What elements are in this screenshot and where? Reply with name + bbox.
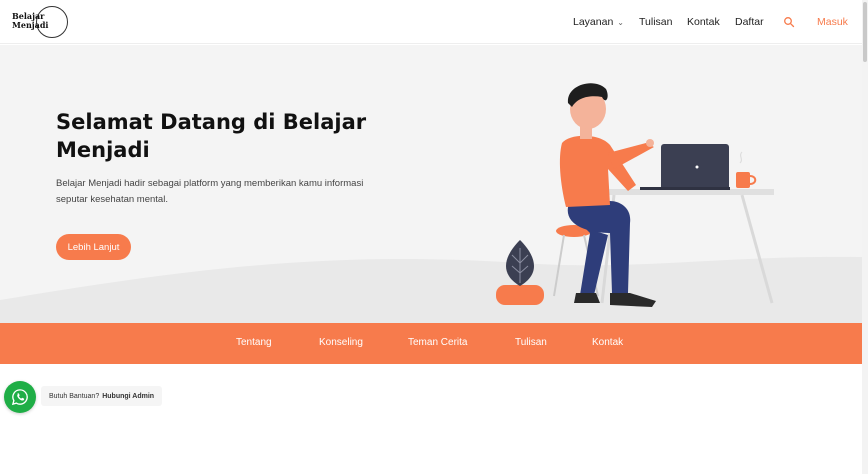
nav-layanan-label: Layanan (573, 16, 614, 28)
logo-text: Belajar Menjadi (12, 12, 48, 30)
nav-masuk[interactable]: Masuk (817, 16, 848, 28)
subnav-tentang[interactable]: Tentang (236, 337, 272, 348)
subnav-kontak[interactable]: Kontak (592, 337, 623, 348)
subnav-tulisan[interactable]: Tulisan (515, 337, 547, 348)
whatsapp-label-prefix: Butuh Bantuan? (49, 392, 100, 400)
hero-description: Belajar Menjadi hadir sebagai platform y… (56, 178, 364, 205)
whatsapp-icon (11, 389, 28, 406)
chevron-down-icon: ⌄ (617, 18, 624, 27)
secondary-nav-bar: Tentang Konseling Teman Cerita Tulisan K… (0, 323, 862, 364)
laptop-screen (661, 144, 729, 190)
hero-section: Selamat Datang di Belajar Menjadi Belaja… (0, 45, 862, 323)
page-scrollbar-thumb[interactable] (863, 2, 867, 62)
person-laptop-illustration (496, 83, 774, 307)
nav-daftar[interactable]: Daftar (735, 16, 764, 28)
nav-kontak[interactable]: Kontak (687, 16, 720, 28)
nav-tulisan[interactable]: Tulisan (639, 16, 672, 28)
plant-pot (496, 285, 544, 305)
whatsapp-label-bold: Hubungi Admin (102, 392, 155, 400)
nav-layanan[interactable]: Layanan ⌄ (573, 16, 624, 28)
subnav-konseling[interactable]: Konseling (319, 337, 363, 348)
site-logo[interactable]: Belajar Menjadi (12, 6, 72, 38)
logo-line-2: Menjadi (12, 20, 49, 30)
torso (559, 135, 636, 207)
whatsapp-button[interactable] (4, 381, 36, 413)
hero-title: Selamat Datang di Belajar Menjadi (56, 110, 367, 162)
subnav-teman-cerita[interactable]: Teman Cerita (408, 337, 467, 348)
lebih-lanjut-button[interactable]: Lebih Lanjut (56, 234, 131, 260)
whatsapp-help-label[interactable]: Butuh Bantuan? Hubungi Admin (41, 386, 163, 406)
site-header: Belajar Menjadi Layanan ⌄ Tulisan Kontak … (0, 0, 862, 44)
page-scrollbar-track[interactable] (862, 0, 868, 474)
mug (736, 172, 750, 188)
search-icon[interactable] (783, 16, 795, 28)
